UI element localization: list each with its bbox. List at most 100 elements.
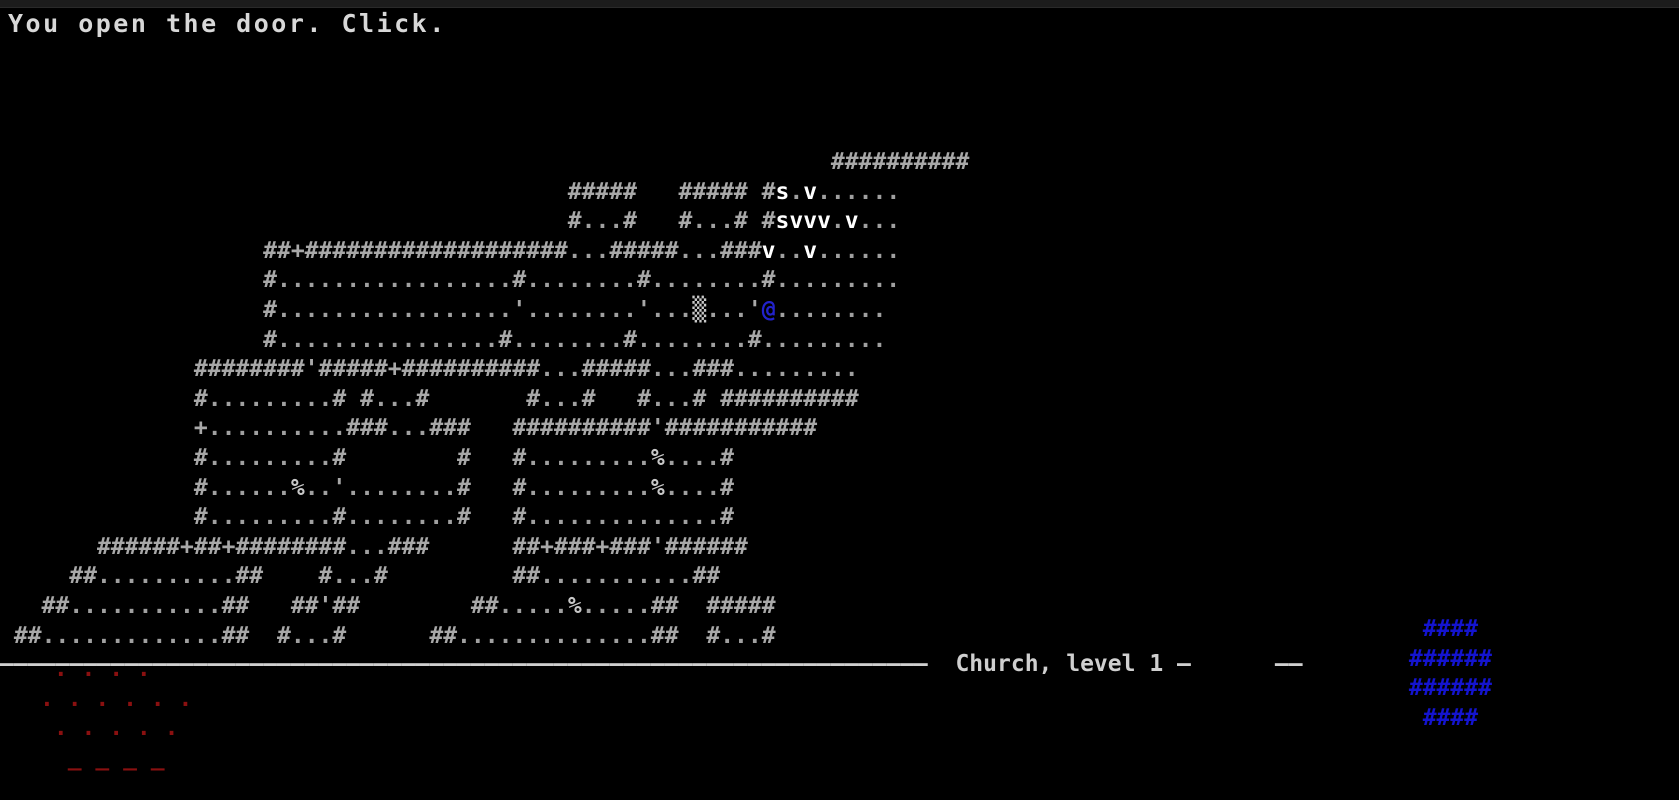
map-glyph-floor: ...... xyxy=(817,178,901,205)
map-glyph-mon: s xyxy=(775,178,790,205)
overlay-blue-row: ###### xyxy=(1395,645,1492,672)
map-glyph-wall: # xyxy=(761,208,776,235)
map-glyph-wall: ## xyxy=(41,592,70,619)
map-glyph-wall: ## xyxy=(332,592,361,619)
map-glyph-wall: # xyxy=(637,267,651,294)
map-glyph-wall: ### xyxy=(346,415,388,442)
map-glyph-floor: ........... xyxy=(69,592,222,619)
status-right-rule: —— xyxy=(1274,651,1303,677)
map-glyph-floor: ...... xyxy=(817,237,901,264)
map-row: #.........# #...# #...# #...# ########## xyxy=(0,385,1679,415)
map-glyph-floor: ......... xyxy=(775,267,901,294)
map-glyph-floor: .... xyxy=(664,444,721,471)
map-glyph-door: ' xyxy=(318,592,333,619)
map-glyph-floor: ........ xyxy=(346,474,458,501)
map-glyph-door: + xyxy=(180,533,194,560)
map-glyph-wall: ##### xyxy=(318,356,388,383)
overlay-red-row: . . . . . . xyxy=(40,685,193,712)
map-row: ########'#####+##########...#####...###.… xyxy=(0,355,1679,385)
map-glyph-mon: v xyxy=(803,237,818,264)
map-glyph-floor: ........ xyxy=(512,326,624,353)
map-glyph-wall: ### xyxy=(720,237,762,264)
dungeon-level-label: Church, level 1 xyxy=(927,651,1178,677)
map-glyph-floor: ......... xyxy=(207,444,333,471)
map-glyph-wall: ## xyxy=(692,563,721,590)
overlay-blue-cluster: #### ###### ###### #### xyxy=(1395,615,1492,733)
map-glyph-wall: # xyxy=(332,622,347,649)
map-glyph-wall: # xyxy=(761,178,776,205)
map-glyph-wall: # xyxy=(761,267,776,294)
map-glyph-floor: ........ xyxy=(637,326,748,353)
map-row: ##..........## #...# ##...........## xyxy=(0,562,1679,592)
map-glyph-floor: ... xyxy=(373,385,416,412)
map-glyph-wall: # xyxy=(512,504,527,531)
overlay-blue-row: ###### xyxy=(1395,675,1492,702)
map-glyph-item: % xyxy=(290,474,305,501)
map-glyph-wall: # xyxy=(457,474,471,501)
map-glyph-wall: ### xyxy=(387,533,430,560)
map-glyph-floor: .. xyxy=(775,237,804,264)
map-glyph-floor: ................. xyxy=(276,296,513,323)
map-glyph-wall: # xyxy=(498,326,513,353)
map-glyph-floor: ......... xyxy=(207,504,333,531)
map-glyph-floor: ..... xyxy=(581,592,651,619)
map-glyph-player[interactable]: @ xyxy=(762,297,776,323)
map-glyph-wall: ## xyxy=(193,533,222,560)
map-glyph-door: + xyxy=(193,415,208,442)
map-glyph-item: % xyxy=(650,444,665,471)
map-glyph-wall: # xyxy=(457,504,471,531)
map-row: #................#........#........#....… xyxy=(0,326,1679,356)
map-glyph-floor: ... xyxy=(290,622,333,649)
map-glyph-floor: .............. xyxy=(457,622,651,649)
map-glyph-item: % xyxy=(567,592,582,619)
terminal-screen: You open the door. Click. ########## ###… xyxy=(0,0,1679,800)
overlay-red-row: _ _ _ _ xyxy=(40,744,165,771)
map-glyph-mon: v xyxy=(803,178,818,205)
map-glyph-wall: ########### xyxy=(664,415,818,442)
map-glyph-wall: # xyxy=(360,385,374,412)
map-glyph-floor: ........ xyxy=(526,267,638,294)
map-glyph-wall: ## xyxy=(429,622,458,649)
map-glyph-wall: ### xyxy=(609,533,651,560)
map-glyph-floor: ... xyxy=(650,385,693,412)
map-glyph-floor: ........ xyxy=(775,296,887,323)
map-row: #...# #...# #svvv.v... xyxy=(0,207,1679,237)
map-glyph-wall: ##### xyxy=(678,178,748,205)
map-row: #......%..'........# #.........%....# xyxy=(0,474,1679,504)
map-glyph-floor: ... xyxy=(650,296,693,323)
map-glyph-wall: ## xyxy=(470,592,499,619)
terminal-top-bezel xyxy=(0,0,1679,8)
map-glyph-wall: ## xyxy=(13,622,42,649)
map-glyph-wall: # xyxy=(747,326,762,353)
map-grid[interactable]: ########## ##### ##### #s.v...... #...# … xyxy=(0,148,1679,651)
map-glyph-door: ' xyxy=(332,474,347,501)
map-glyph-door: ' xyxy=(512,296,527,323)
map-glyph-item: % xyxy=(650,474,665,501)
map-row: #.................#........#........#...… xyxy=(0,266,1679,296)
overlay-blue-row: #### xyxy=(1395,616,1479,642)
map-glyph-wall: # xyxy=(193,385,208,412)
map-glyph-wall: # xyxy=(373,563,388,590)
map-glyph-floor: ... xyxy=(858,208,901,235)
map-glyph-wall: ##### xyxy=(567,178,637,205)
map-glyph-wall: ## xyxy=(512,563,541,590)
map-row: #.................'........'...▒...'@...… xyxy=(0,296,1679,326)
map-glyph-wall: ##### xyxy=(706,592,776,619)
map-glyph-floor: ... xyxy=(332,563,374,590)
map-glyph-wall: ###### xyxy=(664,533,748,560)
map-glyph-wall: # xyxy=(720,444,734,471)
map-row: ########## xyxy=(0,148,1679,178)
map-glyph-wall: ## xyxy=(650,622,679,649)
map-glyph-door: + xyxy=(595,533,610,560)
map-glyph-wall: # xyxy=(623,326,638,353)
map-glyph-floor: ... xyxy=(346,533,388,560)
map-glyph-floor: ... xyxy=(692,208,734,235)
map-row: #.........#........# #..............# xyxy=(0,503,1679,533)
map-glyph-wall: # xyxy=(692,385,707,412)
map-glyph-mon: v xyxy=(761,237,776,264)
map-glyph-wall: # xyxy=(193,444,208,471)
map-glyph-wall: # xyxy=(706,622,721,649)
map-glyph-floor: . xyxy=(830,208,845,235)
map-glyph-wall: ##### xyxy=(581,356,651,383)
map-glyph-floor: ........ xyxy=(526,296,638,323)
